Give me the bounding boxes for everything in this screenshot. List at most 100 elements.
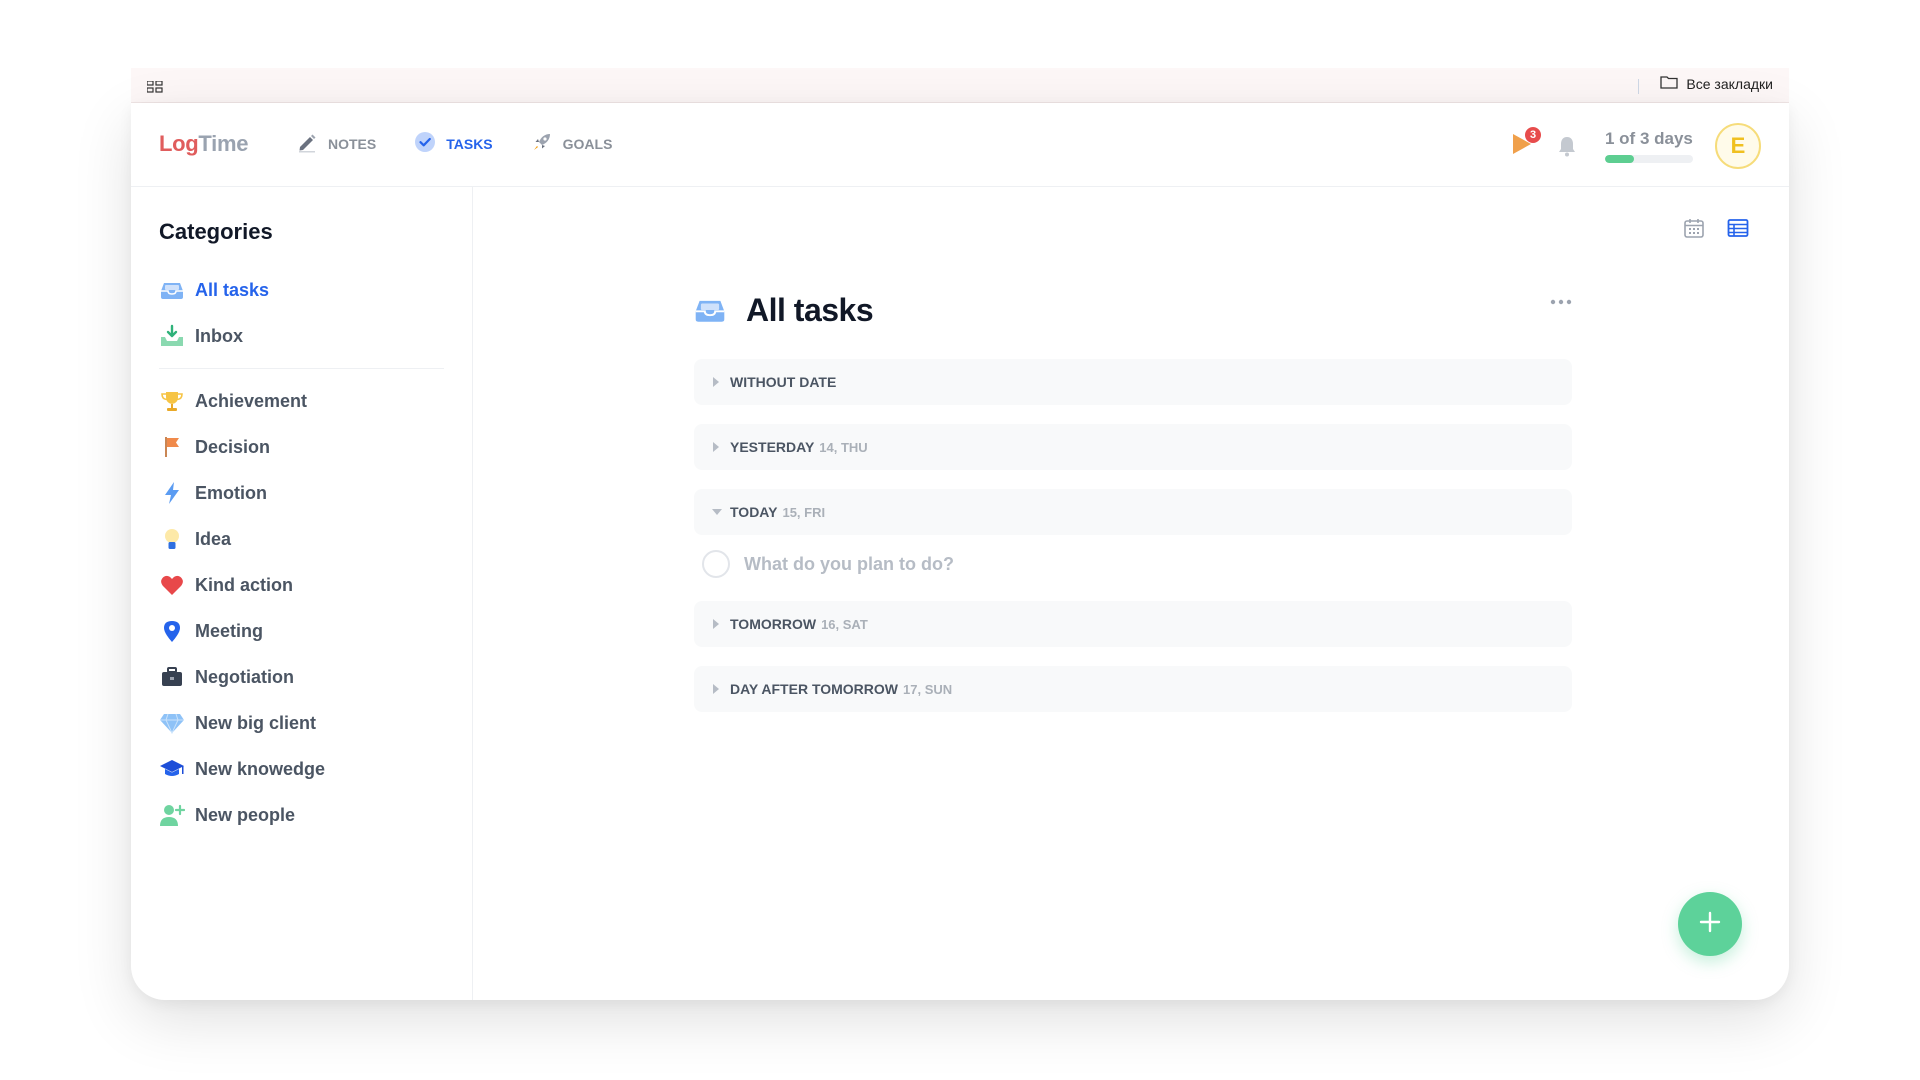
trial-progress-bar [1605,155,1693,163]
nav-tasks[interactable]: TASKS [414,131,493,156]
bookmarks-separator [1638,79,1639,94]
group-name: DAY AFTER TOMORROW [730,681,899,697]
main-content: All tasks WITHOUT DATE YESTERDAY 14, THU [474,187,1789,1000]
nav-goals[interactable]: GOALS [531,131,613,156]
inbox-download-icon [159,323,185,349]
sidebar-item-label: Achievement [195,390,308,411]
group-tomorrow[interactable]: TOMORROW 16, SAT [694,601,1572,647]
task-checkbox[interactable] [702,550,730,578]
sidebar-item-achievement[interactable]: Achievement [159,378,449,424]
sidebar-item-new-big-client[interactable]: New big client [159,700,449,746]
apps-grid-icon[interactable] [146,80,163,98]
task-list-panel: All tasks WITHOUT DATE YESTERDAY 14, THU [694,287,1572,731]
new-task-input[interactable] [744,553,1344,575]
flag-icon [159,434,185,460]
play-button[interactable]: 3 [1507,127,1541,161]
pencil-icon [296,131,318,156]
sidebar-item-negotiation[interactable]: Negotiation [159,654,449,700]
notification-badge: 3 [1525,127,1541,143]
table-view-icon[interactable] [1727,217,1749,239]
lightning-icon [159,480,185,506]
group-without-date[interactable]: WITHOUT DATE [694,359,1572,405]
group-day-after-tomorrow[interactable]: DAY AFTER TOMORROW 17, SUN [694,666,1572,712]
group-name: WITHOUT DATE [730,374,837,390]
sidebar-item-label: Emotion [195,482,267,503]
sidebar-item-label: Idea [195,528,232,549]
group-date: 17, SUN [903,681,953,697]
sidebar-item-label: New knowedge [195,758,326,779]
view-toggle [1683,217,1749,239]
diamond-icon [159,710,185,736]
sidebar-item-new-knowledge[interactable]: New knowedge [159,746,449,792]
rocket-icon [531,131,553,156]
plus-icon [1698,910,1722,939]
bell-icon[interactable] [1557,135,1577,157]
sidebar-title: Categories [159,219,273,244]
trial-status: 1 of 3 days [1605,129,1695,163]
header-right: 3 1 of 3 days E [1507,123,1761,169]
sidebar-item-label: New people [195,804,296,825]
caret-right-icon [712,442,730,452]
caret-right-icon [712,684,730,694]
group-name: TODAY [730,504,778,520]
logo[interactable]: LogTime [159,131,248,157]
folder-icon [1660,75,1679,92]
sidebar-item-meeting[interactable]: Meeting [159,608,449,654]
sidebar-item-label: Inbox [195,325,243,346]
sidebar-divider [159,368,444,369]
category-list: All tasks Inbox Achievement Decision Emo… [159,267,449,838]
check-circle-icon [414,131,436,156]
nav-notes[interactable]: NOTES [296,131,376,156]
all-bookmarks-label: Все закладки [1686,75,1773,92]
sidebar-item-inbox[interactable]: Inbox [159,313,449,359]
tray-icon [694,297,728,323]
trophy-icon [159,388,185,414]
sidebar-item-idea[interactable]: Idea [159,516,449,562]
trial-progress-fill [1605,155,1635,163]
sidebar-item-kind-action[interactable]: Kind action [159,562,449,608]
add-person-icon [159,802,185,828]
all-bookmarks-button[interactable]: Все закладки [1660,75,1773,92]
group-name: YESTERDAY [730,439,815,455]
caret-right-icon [712,619,730,629]
heart-icon [159,572,185,598]
caret-down-icon [712,508,730,516]
logo-part-log: Log [159,131,199,156]
caret-right-icon [712,377,730,387]
logo-part-time: Time [198,131,249,156]
group-date: 14, THU [819,439,868,455]
app-window: LogTime NOTES TASKS GOALS 3 1 of 3 days … [131,103,1789,1000]
tray-icon [159,277,185,303]
more-options-icon[interactable] [1550,299,1572,305]
page-header: All tasks [694,287,1572,333]
top-bar: LogTime NOTES TASKS GOALS 3 1 of 3 days … [131,103,1789,187]
sidebar: Categories All tasks Inbox Achievement D… [131,187,473,1000]
nav-goals-label: GOALS [562,135,613,152]
trial-text: 1 of 3 days [1605,129,1693,148]
sidebar-item-label: Meeting [195,620,264,641]
bookmarks-bar: Все закладки [131,68,1789,103]
nav-notes-label: NOTES [328,135,377,152]
task-groups: WITHOUT DATE YESTERDAY 14, THU TODAY 15,… [694,359,1572,712]
avatar[interactable]: E [1715,123,1761,169]
sidebar-item-emotion[interactable]: Emotion [159,470,449,516]
sidebar-item-decision[interactable]: Decision [159,424,449,470]
lightbulb-icon [159,526,185,552]
sidebar-item-label: New big client [195,712,317,733]
sidebar-item-all-tasks[interactable]: All tasks [159,267,449,313]
add-task-button[interactable] [1678,892,1742,956]
graduation-cap-icon [159,756,185,782]
nav-tasks-label: TASKS [446,135,493,152]
calendar-view-icon[interactable] [1683,217,1705,239]
location-pin-icon [159,618,185,644]
group-name: TOMORROW [730,616,817,632]
sidebar-item-label: Decision [195,436,271,457]
group-date: 16, SAT [821,616,868,632]
group-today[interactable]: TODAY 15, FRI [694,489,1572,535]
sidebar-item-label: All tasks [195,279,270,300]
sidebar-item-new-people[interactable]: New people [159,792,449,838]
page-title: All tasks [746,291,874,328]
group-yesterday[interactable]: YESTERDAY 14, THU [694,424,1572,470]
briefcase-icon [159,664,185,690]
main-nav: NOTES TASKS GOALS [296,131,612,156]
